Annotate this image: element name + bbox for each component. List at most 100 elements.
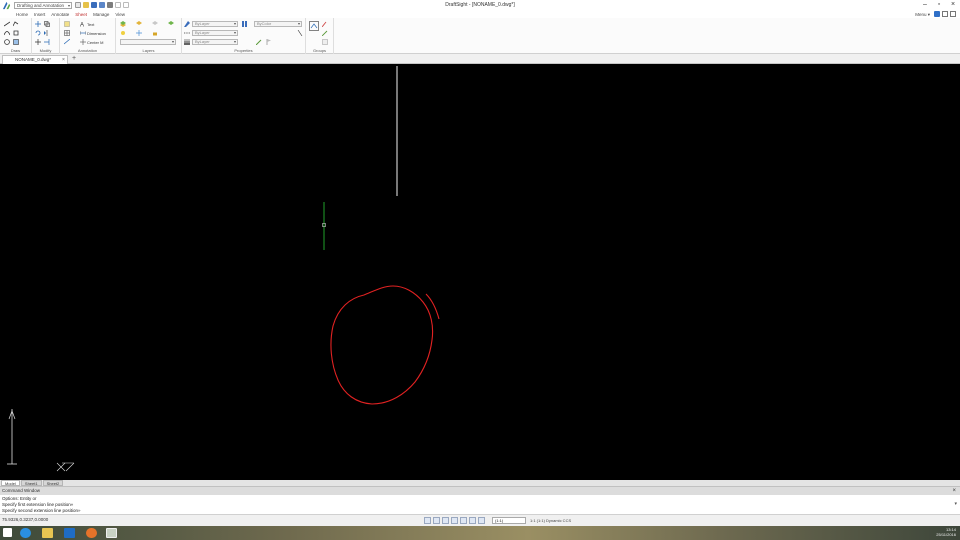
layer-property-field[interactable]: ByLayer ▾ [192, 21, 238, 27]
dimension-icon[interactable] [80, 30, 86, 36]
table-icon[interactable] [64, 30, 70, 36]
match-properties-icon[interactable] [184, 21, 190, 27]
chevron-down-icon: ▾ [233, 21, 236, 26]
grid-toggle-icon[interactable] [433, 517, 440, 524]
rotate-icon[interactable] [35, 30, 41, 36]
polyline-icon[interactable] [13, 21, 19, 27]
polygon-icon[interactable] [13, 30, 19, 36]
layer-freeze-icon[interactable] [136, 30, 142, 36]
mirror-icon[interactable] [44, 30, 50, 36]
system-tray-clock[interactable]: 13:14 25/11/2016 [936, 527, 956, 537]
layer-manager-icon[interactable] [120, 21, 126, 27]
property-pick-icon[interactable] [297, 30, 303, 36]
linestyle-icon[interactable] [184, 30, 190, 36]
tab-annotate[interactable]: Annotate [51, 11, 69, 18]
layer-isolate-icon[interactable] [168, 21, 174, 27]
note-icon[interactable] [64, 21, 70, 27]
etrack-toggle-icon[interactable] [469, 517, 476, 524]
circle-icon[interactable] [4, 39, 10, 45]
extend-icon[interactable] [44, 39, 50, 45]
chevron-down-icon: ▾ [297, 21, 300, 26]
move-icon[interactable] [35, 21, 41, 27]
document-tab[interactable]: NONAME_0.dwg* × [2, 55, 68, 64]
color-property-field[interactable]: ByColor ▾ [254, 21, 302, 27]
layer-previous-icon[interactable] [152, 21, 158, 27]
group-layers: ▾ Layers [116, 18, 182, 54]
outlook-icon[interactable] [64, 528, 75, 538]
tab-insert[interactable]: Insert [34, 11, 45, 18]
tab-manage[interactable]: Manage [93, 11, 109, 18]
freehand-stroke[interactable] [425, 293, 440, 320]
group-explode-icon[interactable] [322, 30, 328, 36]
line-icon[interactable] [4, 21, 10, 27]
group-label-draw: Draw [10, 48, 21, 53]
ribbon-panel: Draw Modify A Text Dimension Center M An… [0, 18, 960, 54]
command-scroll-down-icon[interactable]: ▾ [954, 501, 957, 507]
group-draw: Draw [0, 18, 32, 54]
layer-list-icon[interactable] [242, 21, 248, 27]
chevron-down-icon: ▾ [233, 39, 236, 44]
command-prompt-line[interactable]: Specify second extension line position» [2, 508, 81, 513]
tab-view[interactable]: View [115, 11, 125, 18]
text-label: Text [87, 22, 95, 27]
tab-sheet[interactable]: Sheet [75, 11, 87, 18]
new-tab-button[interactable]: + [72, 55, 76, 63]
group-annotation: A Text Dimension Center M Annotation [60, 18, 116, 54]
ortho-toggle-icon[interactable] [442, 517, 449, 524]
windows-start-icon[interactable] [3, 528, 12, 537]
group-create-icon[interactable] [309, 21, 319, 31]
scale-status-text: 1:1 (1:1) Dynamic CCS [530, 518, 572, 523]
copy-icon[interactable] [44, 21, 50, 27]
trim-icon[interactable] [35, 39, 41, 45]
firefox-icon[interactable] [86, 528, 97, 538]
linestyle-property-field[interactable]: ByLayer ▾ [192, 30, 238, 36]
lineweight-icon[interactable] [184, 39, 190, 45]
layer-state-icon[interactable] [136, 21, 142, 27]
help-icon[interactable] [934, 11, 940, 17]
group-label-annotation: Annotation [77, 48, 98, 53]
group-edit-icon[interactable] [322, 21, 328, 27]
group-properties: ByLayer ▾ ByColor ▾ ByLayer ▾ ByLayer ▾ Prop… [182, 18, 306, 54]
drawing-canvas[interactable] [0, 64, 960, 480]
center-mark-label: Center M [87, 40, 104, 45]
group-label-properties: Properties [234, 48, 253, 53]
coordinate-readout: 75.9326,0.3237,0.0000 [2, 517, 49, 522]
document-tab-label: NONAME_0.dwg* [15, 57, 52, 62]
title-bar: Drafting and Annotation ▾ DraftSight - [… [0, 0, 960, 11]
window-controls: – ▫ × [918, 0, 960, 10]
center-mark-icon[interactable] [80, 39, 86, 45]
group-label-groups: Groups [312, 48, 327, 53]
close-icon[interactable]: × [946, 0, 960, 10]
internet-explorer-icon[interactable] [20, 528, 31, 538]
close-doc-icon[interactable] [950, 11, 956, 17]
snap-toggle-icon[interactable] [424, 517, 431, 524]
maximize-icon[interactable]: ▫ [932, 0, 946, 10]
arc-icon[interactable] [4, 30, 10, 36]
group-manager-icon[interactable] [322, 39, 328, 45]
group-groups: Groups [306, 18, 334, 54]
layer-lock-icon[interactable] [152, 30, 158, 36]
tab-home[interactable]: Home [16, 11, 28, 18]
restore-icon[interactable] [942, 11, 948, 17]
layer-on-icon[interactable] [120, 30, 126, 36]
esnap-toggle-icon[interactable] [460, 517, 467, 524]
pencil-icon[interactable] [256, 39, 262, 45]
freehand-circle[interactable] [330, 285, 434, 405]
draftsight-taskbar-icon[interactable] [106, 528, 117, 538]
layer-dropdown[interactable]: ▾ [120, 39, 176, 45]
window-title: DraftSight - [NONAME_0.dwg*] [445, 2, 515, 8]
annotation-scale-dropdown[interactable]: (1:1) [492, 517, 526, 524]
flag-icon[interactable] [266, 39, 272, 45]
lweight-toggle-icon[interactable] [478, 517, 485, 524]
text-icon[interactable]: A [80, 21, 86, 28]
hatch-icon[interactable] [13, 39, 19, 45]
command-window: Command Window × Options: Entity or Spec… [0, 486, 960, 514]
polar-toggle-icon[interactable] [451, 517, 458, 524]
lineweight-property-field[interactable]: ByLayer ▾ [192, 39, 238, 45]
smart-dimension-icon[interactable] [64, 39, 70, 45]
close-icon[interactable]: × [952, 487, 956, 495]
file-explorer-icon[interactable] [42, 528, 53, 538]
close-tab-icon[interactable]: × [62, 56, 65, 64]
minimize-icon[interactable]: – [918, 0, 932, 10]
group-label-layers: Layers [142, 48, 155, 53]
